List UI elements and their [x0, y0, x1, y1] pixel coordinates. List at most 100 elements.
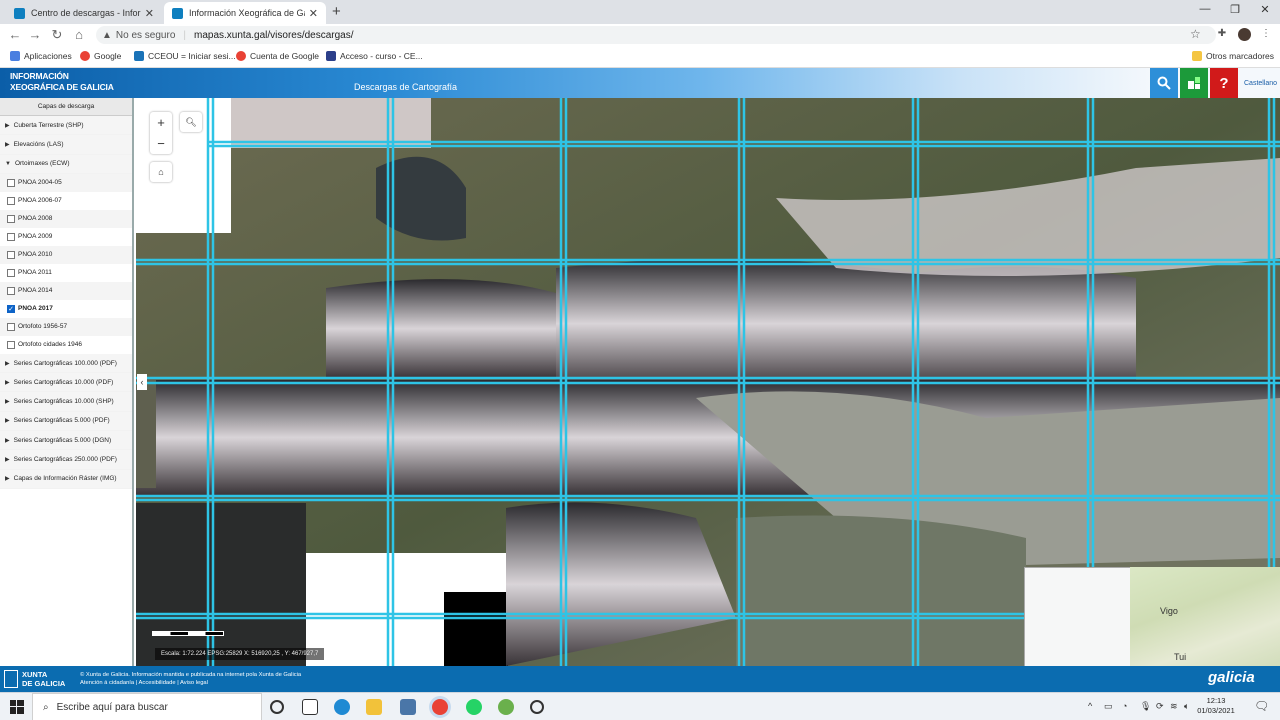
bookmark-acceso-curso[interactable]: Acceso - curso - CE...: [326, 51, 423, 61]
checkbox[interactable]: [7, 196, 15, 205]
help-icon[interactable]: ?: [1210, 68, 1238, 98]
layer-item-pnoa-2006-07[interactable]: PNOA 2006-07: [0, 191, 132, 210]
tab-centro-descargas[interactable]: Centro de descargas - Información Xeográ…: [6, 2, 162, 24]
bookmark-google[interactable]: Google: [80, 51, 121, 61]
whatsapp-icon[interactable]: [466, 699, 482, 715]
layer-group-label: Series Cartográficas 10.000 (SHP): [13, 398, 114, 406]
footer-links[interactable]: Atención á cidadanía | Accesibilidade | …: [80, 679, 301, 687]
taskbar-search-input[interactable]: ⌕ Escribe aquí para buscar: [32, 693, 262, 720]
bookmark-otros[interactable]: Otros marcadores: [1192, 51, 1274, 61]
bookmarks-bar: Aplicaciones Google CCEOU = Iniciar sesi…: [0, 46, 1280, 68]
window-close-icon[interactable]: ✕: [1250, 3, 1280, 16]
app-brand[interactable]: INFORMACIÓN XEOGRÁFICA DE GALICIA: [10, 71, 114, 93]
expand-triangle-icon: ▶: [5, 437, 10, 444]
qgis-icon[interactable]: [498, 699, 514, 715]
layer-group-series-10000-pdf[interactable]: ▶ Series Cartográficas 10.000 (PDF): [0, 373, 132, 393]
notifications-icon[interactable]: 🗨︎: [1254, 699, 1269, 713]
layer-item-ortofoto-cidades-1946[interactable]: Ortofoto cidades 1946: [0, 335, 132, 354]
map-home-icon[interactable]: ⌂: [150, 162, 172, 182]
galicia-logo[interactable]: galicia: [1208, 669, 1255, 686]
tray-chevron-icon[interactable]: ^: [1088, 701, 1092, 711]
checkbox[interactable]: [7, 268, 15, 277]
tray-volume-icon[interactable]: 🔈︎: [1184, 701, 1189, 712]
layer-group-series-5000-pdf[interactable]: ▶ Series Cartográficas 5.000 (PDF): [0, 411, 132, 432]
windows-start-icon[interactable]: [10, 700, 24, 714]
zoom-in-button[interactable]: +: [150, 112, 172, 133]
bookmark-label: Otros marcadores: [1206, 51, 1275, 61]
menu-dots-icon[interactable]: ⋮: [1260, 28, 1272, 40]
checkbox[interactable]: [7, 322, 15, 331]
bookmark-cceou[interactable]: CCEOU = Iniciar sesi...: [134, 51, 236, 61]
tab-close-icon[interactable]: ✕: [145, 7, 154, 20]
app-icon[interactable]: [530, 700, 544, 714]
download-layers-icon[interactable]: [1180, 68, 1208, 98]
tab-close-icon[interactable]: ✕: [309, 7, 318, 20]
layers-sidebar: Capas de descarga ▶ Cuberta Terrestre (S…: [0, 98, 134, 666]
zoom-control: + −: [150, 112, 172, 154]
bookmark-star-icon[interactable]: ☆: [1190, 27, 1201, 41]
omnibox-separator: |: [183, 29, 186, 41]
layer-group-series-5000-dgn[interactable]: ▶ Series Cartográficas 5.000 (DGN): [0, 431, 132, 451]
tray-network-icon[interactable]: ◔: [1122, 701, 1127, 711]
edge-icon[interactable]: [334, 699, 350, 715]
xunta-logo[interactable]: XUNTA DE GALICIA: [22, 670, 65, 688]
chrome-icon[interactable]: [432, 699, 448, 715]
cortana-icon[interactable]: [270, 700, 284, 714]
checkbox[interactable]: [7, 178, 15, 187]
reload-icon[interactable]: ↻: [48, 27, 66, 43]
layer-item-pnoa-2004-05[interactable]: PNOA 2004-05: [0, 173, 132, 192]
checkbox[interactable]: [7, 340, 15, 349]
search-icon[interactable]: [1150, 68, 1178, 98]
layer-group-elevacions[interactable]: ▶ Elevacións (LAS): [0, 135, 132, 155]
home-icon[interactable]: ⌂: [70, 27, 88, 42]
layer-group-cuberta[interactable]: ▶ Cuberta Terrestre (SHP): [0, 116, 132, 136]
layer-item-pnoa-2011[interactable]: PNOA 2011: [0, 263, 132, 282]
layer-group-series-250000-pdf[interactable]: ▶ Series Cartográficas 250.000 (PDF): [0, 450, 132, 470]
layer-group-raster-img[interactable]: ▶ Capas de Información Ráster (IMG): [0, 469, 132, 489]
checkbox-checked[interactable]: ✓: [7, 304, 15, 313]
layer-item-pnoa-2017[interactable]: ✓ PNOA 2017: [0, 299, 132, 318]
omnibox[interactable]: ▲ No es seguro | mapas.xunta.gal/visores…: [96, 26, 1216, 44]
layer-group-ortoimaxes[interactable]: ▼ Ortoimaxes (ECW): [0, 154, 132, 174]
new-tab-button[interactable]: +: [332, 3, 341, 20]
tab-informacion-xeografica[interactable]: Información Xeográfica de Galicia ✕: [164, 2, 326, 24]
back-icon[interactable]: ←: [6, 27, 24, 42]
sidebar-collapse-icon[interactable]: ‹: [137, 374, 147, 390]
tray-mic-icon[interactable]: 🎙︎: [1140, 701, 1151, 712]
bookmark-cuenta-google[interactable]: Cuenta de Google: [236, 51, 319, 61]
language-selector[interactable]: Castellano: [1244, 80, 1277, 87]
tray-sync-icon[interactable]: ⟳: [1156, 701, 1164, 712]
tray-battery-icon[interactable]: ▭: [1104, 701, 1113, 712]
checkbox[interactable]: [7, 286, 15, 295]
task-view-icon[interactable]: [302, 699, 318, 715]
layer-item-ortofoto-1956-57[interactable]: Ortofoto 1956-57: [0, 317, 132, 336]
url-text[interactable]: mapas.xunta.gal/visores/descargas/: [194, 30, 354, 41]
layer-item-pnoa-2008[interactable]: PNOA 2008: [0, 209, 132, 228]
sidebar-header: Capas de descarga: [0, 98, 132, 116]
map-search-icon[interactable]: 🔍︎: [180, 112, 202, 132]
checkbox[interactable]: [7, 214, 15, 223]
layer-group-label: Elevacións (LAS): [13, 140, 64, 148]
file-explorer-icon[interactable]: [366, 699, 382, 715]
footer-text: © Xunta de Galicia. Información mantida …: [80, 671, 301, 687]
bookmark-aplicaciones[interactable]: Aplicaciones: [10, 51, 72, 61]
profile-avatar[interactable]: [1238, 28, 1251, 41]
layer-group-series-100000-pdf[interactable]: ▶ Series Cartográficas 100.000 (PDF): [0, 353, 132, 374]
layer-item-pnoa-2010[interactable]: PNOA 2010: [0, 245, 132, 264]
layer-item-pnoa-2009[interactable]: PNOA 2009: [0, 227, 132, 246]
zoom-out-button[interactable]: −: [150, 133, 172, 154]
map-status-readout: Escala: 1:72.224 EPSG:25829 X: 516920,25…: [155, 648, 325, 660]
extensions-icon[interactable]: ✚: [1216, 28, 1228, 40]
restore-icon[interactable]: ❐: [1220, 3, 1250, 16]
tray-wifi-icon[interactable]: ≋: [1170, 701, 1178, 712]
checkbox[interactable]: [7, 250, 15, 259]
layer-group-series-10000-shp[interactable]: ▶ Series Cartográficas 10.000 (SHP): [0, 392, 132, 412]
checkbox[interactable]: [7, 232, 15, 241]
security-label[interactable]: No es seguro: [116, 30, 175, 41]
forward-icon[interactable]: →: [26, 27, 44, 42]
taskbar-clock[interactable]: 12:13 01/03/2021: [1196, 696, 1236, 716]
minimize-icon[interactable]: —: [1190, 3, 1220, 15]
warning-icon[interactable]: ▲: [102, 30, 112, 41]
layer-item-pnoa-2014[interactable]: PNOA 2014: [0, 281, 132, 300]
calculator-icon[interactable]: [400, 699, 416, 715]
